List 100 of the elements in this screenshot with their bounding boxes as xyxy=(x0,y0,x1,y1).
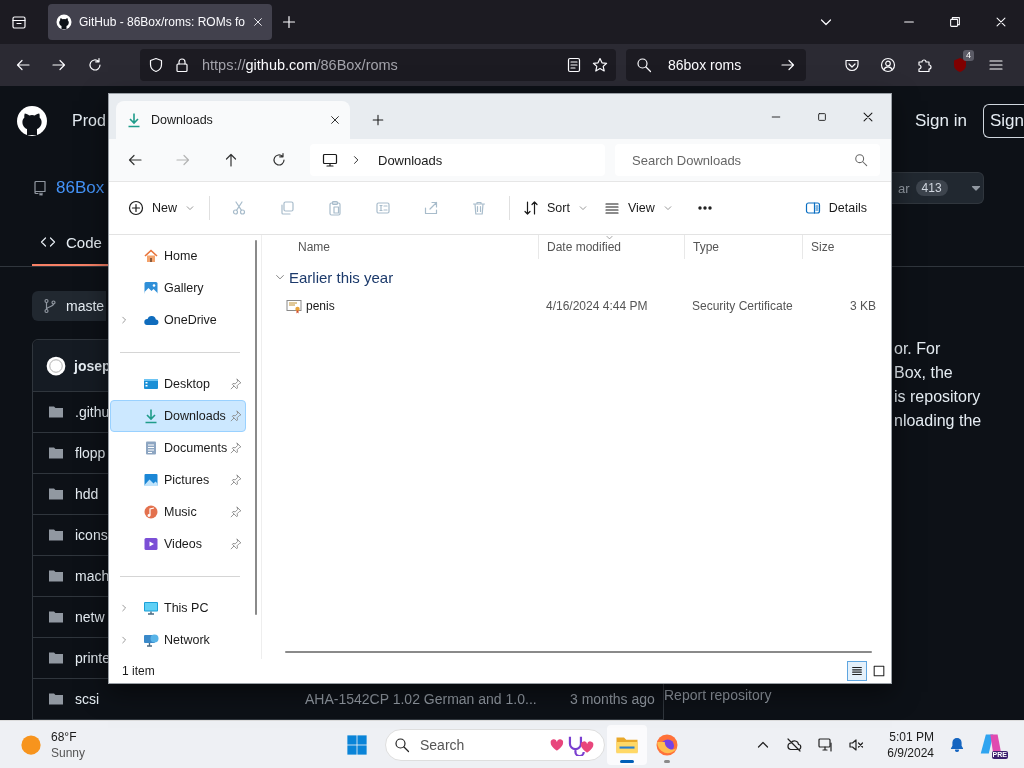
explorer-app-button[interactable] xyxy=(607,724,647,765)
web-search-field[interactable]: 86box roms xyxy=(626,49,806,81)
scrollbar[interactable] xyxy=(285,651,872,653)
breadcrumb-item[interactable]: Downloads xyxy=(378,152,443,168)
column-header[interactable]: Name xyxy=(290,235,538,259)
size-cell-text: 3 KB xyxy=(849,299,877,313)
cloud-icon[interactable] xyxy=(786,736,803,753)
bell-icon[interactable] xyxy=(949,736,965,753)
folder-icon xyxy=(48,527,64,543)
shield-icon xyxy=(952,57,968,73)
commit-message[interactable]: AHA-1542CP 1.02 German and 1.0... xyxy=(305,691,537,707)
image-icon xyxy=(143,472,159,488)
bookmark-star-icon[interactable] xyxy=(592,57,608,73)
document-icon xyxy=(143,440,159,456)
folder-name[interactable]: printe xyxy=(75,650,111,666)
search-icon xyxy=(636,57,652,73)
certificate-icon xyxy=(286,298,302,314)
folder-name[interactable]: hdd xyxy=(75,486,99,502)
file-row[interactable]: penis 4/16/2024 4:44 PM Security Certificate 3 KB xyxy=(262,295,891,317)
folder-icon xyxy=(48,445,64,461)
search-icon xyxy=(394,736,410,753)
sort-button[interactable]: Sort xyxy=(515,192,596,224)
new-button[interactable]: New xyxy=(120,192,203,224)
address-bar[interactable]: https://github.com/86Box/roms xyxy=(140,49,616,81)
browser-tab[interactable]: GitHub - 86Box/roms: ROMs fo xyxy=(48,4,272,40)
browser-icon xyxy=(655,732,679,757)
folder-search-field[interactable]: Search Downloads xyxy=(615,144,880,176)
gallery-icon xyxy=(143,280,159,296)
details-view-button[interactable] xyxy=(847,661,867,681)
download-icon xyxy=(126,112,142,128)
star-button[interactable]: ar 413 xyxy=(892,172,984,204)
monitor-icon xyxy=(322,152,338,168)
music-icon xyxy=(143,504,159,520)
plus-icon xyxy=(281,14,297,30)
folder-icon xyxy=(48,404,64,420)
column-header[interactable]: Size xyxy=(802,235,882,259)
clock-date[interactable]: 6/9/2024 xyxy=(887,744,934,761)
column-header[interactable]: Date modified xyxy=(538,235,684,259)
download-icon xyxy=(143,408,159,424)
details-button[interactable]: Details xyxy=(796,192,875,224)
count-badge: 4 xyxy=(963,50,974,61)
view-button[interactable]: View xyxy=(595,192,681,224)
group-header[interactable]: Earlier this year xyxy=(262,259,394,295)
github-logo-icon xyxy=(56,14,72,30)
column-header[interactable]: Type xyxy=(684,235,802,259)
folder-name[interactable]: scsi xyxy=(75,691,100,707)
folder-icon xyxy=(48,486,64,502)
network-icon[interactable] xyxy=(817,736,834,753)
nav-link[interactable]: Prod xyxy=(72,112,106,130)
about-text: Box, the xyxy=(894,363,953,383)
avatar-icon xyxy=(46,355,66,376)
go-arrow-icon[interactable] xyxy=(780,57,796,73)
explorer-tab[interactable]: Downloads xyxy=(116,101,350,139)
repo-icon xyxy=(32,180,48,196)
branch-icon xyxy=(42,298,58,314)
sidebar-item[interactable]: Downloads xyxy=(110,400,246,432)
sidebar-item[interactable]: Pictures xyxy=(110,464,246,496)
code-icon xyxy=(40,234,56,250)
sidebar-item[interactable]: Network xyxy=(110,624,246,656)
video-icon xyxy=(143,536,159,552)
sidebar-item[interactable]: OneDrive xyxy=(110,304,246,336)
folder-name[interactable]: netw xyxy=(75,609,105,625)
repo-name[interactable]: 86Box xyxy=(56,178,105,198)
taskbar-search-field[interactable]: Search xyxy=(385,728,605,761)
details-view-icon xyxy=(850,664,864,678)
forward-icon xyxy=(51,57,67,73)
sign-up-button[interactable]: Sign xyxy=(982,104,1024,138)
sidebar-item[interactable]: Gallery xyxy=(110,272,246,304)
branch-button[interactable]: maste xyxy=(32,291,106,321)
windows-logo-icon xyxy=(346,733,368,756)
folder-name[interactable]: flopp xyxy=(75,445,106,461)
maximize-icon xyxy=(816,110,828,123)
folder-name[interactable]: icons xyxy=(75,527,108,543)
report-link[interactable]: Report repository xyxy=(664,687,1024,703)
folder-icon xyxy=(48,650,64,666)
close-icon xyxy=(252,16,265,28)
sidebar-item[interactable]: Desktop xyxy=(110,368,246,400)
github-logo-icon[interactable] xyxy=(16,105,48,137)
sidebar-item[interactable]: This PC xyxy=(110,592,246,624)
scrollbar[interactable] xyxy=(255,240,257,615)
sidebar-item[interactable]: Music xyxy=(110,496,246,528)
shield-extension-button[interactable]: 4 xyxy=(944,49,976,81)
type-cell-text: Security Certificate xyxy=(691,299,794,313)
sidebar-item[interactable]: Videos xyxy=(110,528,246,560)
account-icon xyxy=(880,57,896,73)
sidebar-item[interactable]: Home xyxy=(110,240,246,272)
sidebar-item[interactable]: Documents xyxy=(110,432,246,464)
folder-name[interactable]: .githu xyxy=(75,404,110,420)
reader-icon[interactable] xyxy=(566,57,582,73)
sign-in-link[interactable]: Sign in xyxy=(915,111,967,131)
commit-time: 3 months ago xyxy=(570,691,655,707)
address-bar[interactable]: Downloads xyxy=(310,144,605,176)
tiles-view-icon xyxy=(872,664,886,678)
about-text: or. For xyxy=(894,339,941,359)
folder-name[interactable]: mach xyxy=(75,568,110,584)
desktop-icon xyxy=(143,376,159,392)
shield-icon xyxy=(148,57,164,73)
monitor-icon xyxy=(143,600,159,616)
close-icon xyxy=(994,15,1008,29)
clock-time[interactable]: 5:01 PM xyxy=(889,728,934,745)
